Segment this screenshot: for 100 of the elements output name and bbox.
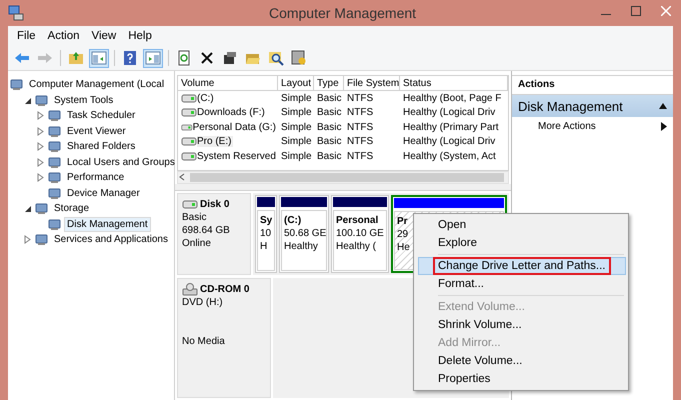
menu-item[interactable]: Action: [42, 28, 84, 44]
partition-info: 29: [397, 228, 408, 241]
scroll-left-icon[interactable]: [178, 173, 186, 182]
tree-item[interactable]: Event Viewer: [64, 124, 129, 139]
tree-item[interactable]: Storage: [51, 201, 92, 216]
column-header[interactable]: Status: [400, 76, 508, 91]
tree-item[interactable]: Local Users and Groups: [64, 154, 178, 170]
maximize-icon: [631, 6, 641, 16]
partition-info: Pr: [397, 215, 408, 228]
menu-label: Extend Volume...: [437, 300, 526, 314]
disk-status: Online: [182, 237, 212, 250]
context-menu-item[interactable]: Properties: [418, 370, 626, 388]
scrollbar-thumb[interactable]: [190, 172, 504, 182]
table-cell-text: NTFS: [347, 92, 374, 104]
table-cell-text: Basic: [317, 107, 342, 118]
collapse-arrow-icon[interactable]: [659, 103, 667, 109]
table-cell-text: Healthy (Logical Driv: [403, 136, 496, 148]
table-cell[interactable]: Downloads (F:): [197, 107, 267, 118]
partition-block[interactable]: Sy 10 H: [255, 195, 277, 273]
partition-block[interactable]: (C:) 50.68 GE Healthy: [279, 195, 329, 273]
tree-item[interactable]: Task Scheduler: [64, 108, 138, 124]
refresh-icon: [176, 50, 192, 66]
context-menu-item[interactable]: Explore: [418, 234, 626, 252]
tree-item[interactable]: Performance: [64, 170, 128, 186]
collapsed-arrow-icon[interactable]: [23, 235, 32, 244]
partition-info: He: [397, 241, 410, 254]
disk-status: No Media: [182, 335, 226, 348]
expanded-arrow-icon[interactable]: [23, 204, 32, 214]
column-header[interactable]: Volume: [178, 76, 278, 91]
disk-type: Basic: [182, 211, 208, 224]
table-cell-text: NTFS: [347, 107, 374, 118]
tree-item[interactable]: Shared Folders: [64, 139, 138, 154]
collapsed-arrow-icon[interactable]: [36, 111, 45, 120]
table-cell-text: Healthy (Primary Part: [403, 122, 500, 133]
close-icon: [661, 6, 671, 16]
console-icon: [35, 202, 48, 216]
drive-icon: [181, 137, 197, 146]
table-cell-text: Simple: [281, 107, 313, 118]
menu-label: Delete Volume...: [437, 354, 524, 368]
drive-icon: [182, 200, 198, 209]
partition-info: Healthy (: [336, 240, 376, 253]
section-title: Disk Management: [518, 98, 623, 114]
console-icon: [48, 140, 61, 154]
context-menu-item[interactable]: Open: [418, 216, 626, 234]
tree-item[interactable]: System Tools: [51, 92, 116, 108]
context-menu-item[interactable]: Format...: [418, 275, 626, 293]
drive-icon: [181, 152, 197, 161]
partition-header-bar: [281, 197, 327, 207]
table-cell-text: Simple: [281, 92, 313, 104]
table-cell[interactable]: Pro (E:): [197, 136, 234, 148]
context-menu-item[interactable]: Delete Volume...: [418, 352, 626, 370]
tree-item[interactable]: Services and Applications: [51, 232, 171, 248]
partition-block[interactable]: Personal 100.10 GE Healthy (: [331, 195, 389, 273]
drive-icon: [181, 94, 197, 103]
computer-icon[interactable]: [8, 5, 24, 21]
console-icon: [48, 109, 61, 122]
table-cell[interactable]: (C:): [197, 92, 216, 104]
collapsed-arrow-icon[interactable]: [36, 126, 45, 136]
table-cell-text: Simple: [281, 122, 313, 133]
table-cell[interactable]: System Reserved: [197, 150, 278, 162]
column-header[interactable]: File System: [344, 76, 400, 91]
actions-section[interactable]: Disk Management: [512, 95, 673, 117]
menu-label: Format...: [437, 277, 486, 291]
magnifier-icon: [268, 50, 284, 66]
table-cell-text: Basic: [317, 136, 342, 148]
folder-up-icon: [68, 50, 84, 66]
table-cell-text: Healthy (Boot, Page F: [403, 92, 502, 104]
partition-info: H: [260, 240, 268, 253]
menu-label: Add Mirror...: [437, 336, 502, 350]
tree-item[interactable]: Disk Management: [64, 216, 151, 232]
disk-size: 698.64 GB: [182, 224, 231, 237]
table-cell-text: Simple: [281, 150, 313, 162]
table-cell-text: Healthy (Logical Driv: [403, 107, 496, 118]
table-cell[interactable]: Personal Data (G:): [192, 122, 278, 133]
forward-arrow-icon: [37, 50, 53, 66]
action-link[interactable]: More Actions: [538, 121, 596, 132]
submenu-arrow-icon: [661, 122, 667, 131]
console-icon: [35, 233, 48, 246]
tree-item[interactable]: Device Manager: [64, 186, 143, 201]
context-menu-item[interactable]: Shrink Volume...: [418, 316, 626, 334]
menu-label: Open: [437, 218, 468, 232]
menu-item[interactable]: File: [12, 28, 41, 44]
partition-info: (C:): [284, 214, 302, 227]
console-icon: [48, 218, 61, 231]
table-cell-text: Healthy (System, Act: [403, 150, 497, 162]
column-header[interactable]: Layout: [278, 76, 314, 91]
context-menu-item[interactable]: Change Drive Letter and Paths...: [418, 257, 626, 275]
collapsed-arrow-icon[interactable]: [36, 173, 45, 182]
disk-name: Disk 0: [200, 198, 230, 211]
menu-item[interactable]: Help: [123, 28, 157, 44]
column-header[interactable]: Type: [314, 76, 344, 91]
expanded-arrow-icon[interactable]: [23, 96, 32, 105]
collapsed-arrow-icon[interactable]: [36, 142, 45, 152]
tree-item[interactable]: Computer Management (Local: [26, 77, 168, 92]
menu-item[interactable]: View: [86, 28, 122, 44]
horizontal-scrollbar[interactable]: [177, 171, 509, 184]
help-icon: [122, 50, 138, 66]
action-pane-icon: [145, 50, 161, 66]
collapsed-arrow-icon[interactable]: [36, 158, 45, 167]
window-title: Computer Management: [268, 5, 418, 21]
